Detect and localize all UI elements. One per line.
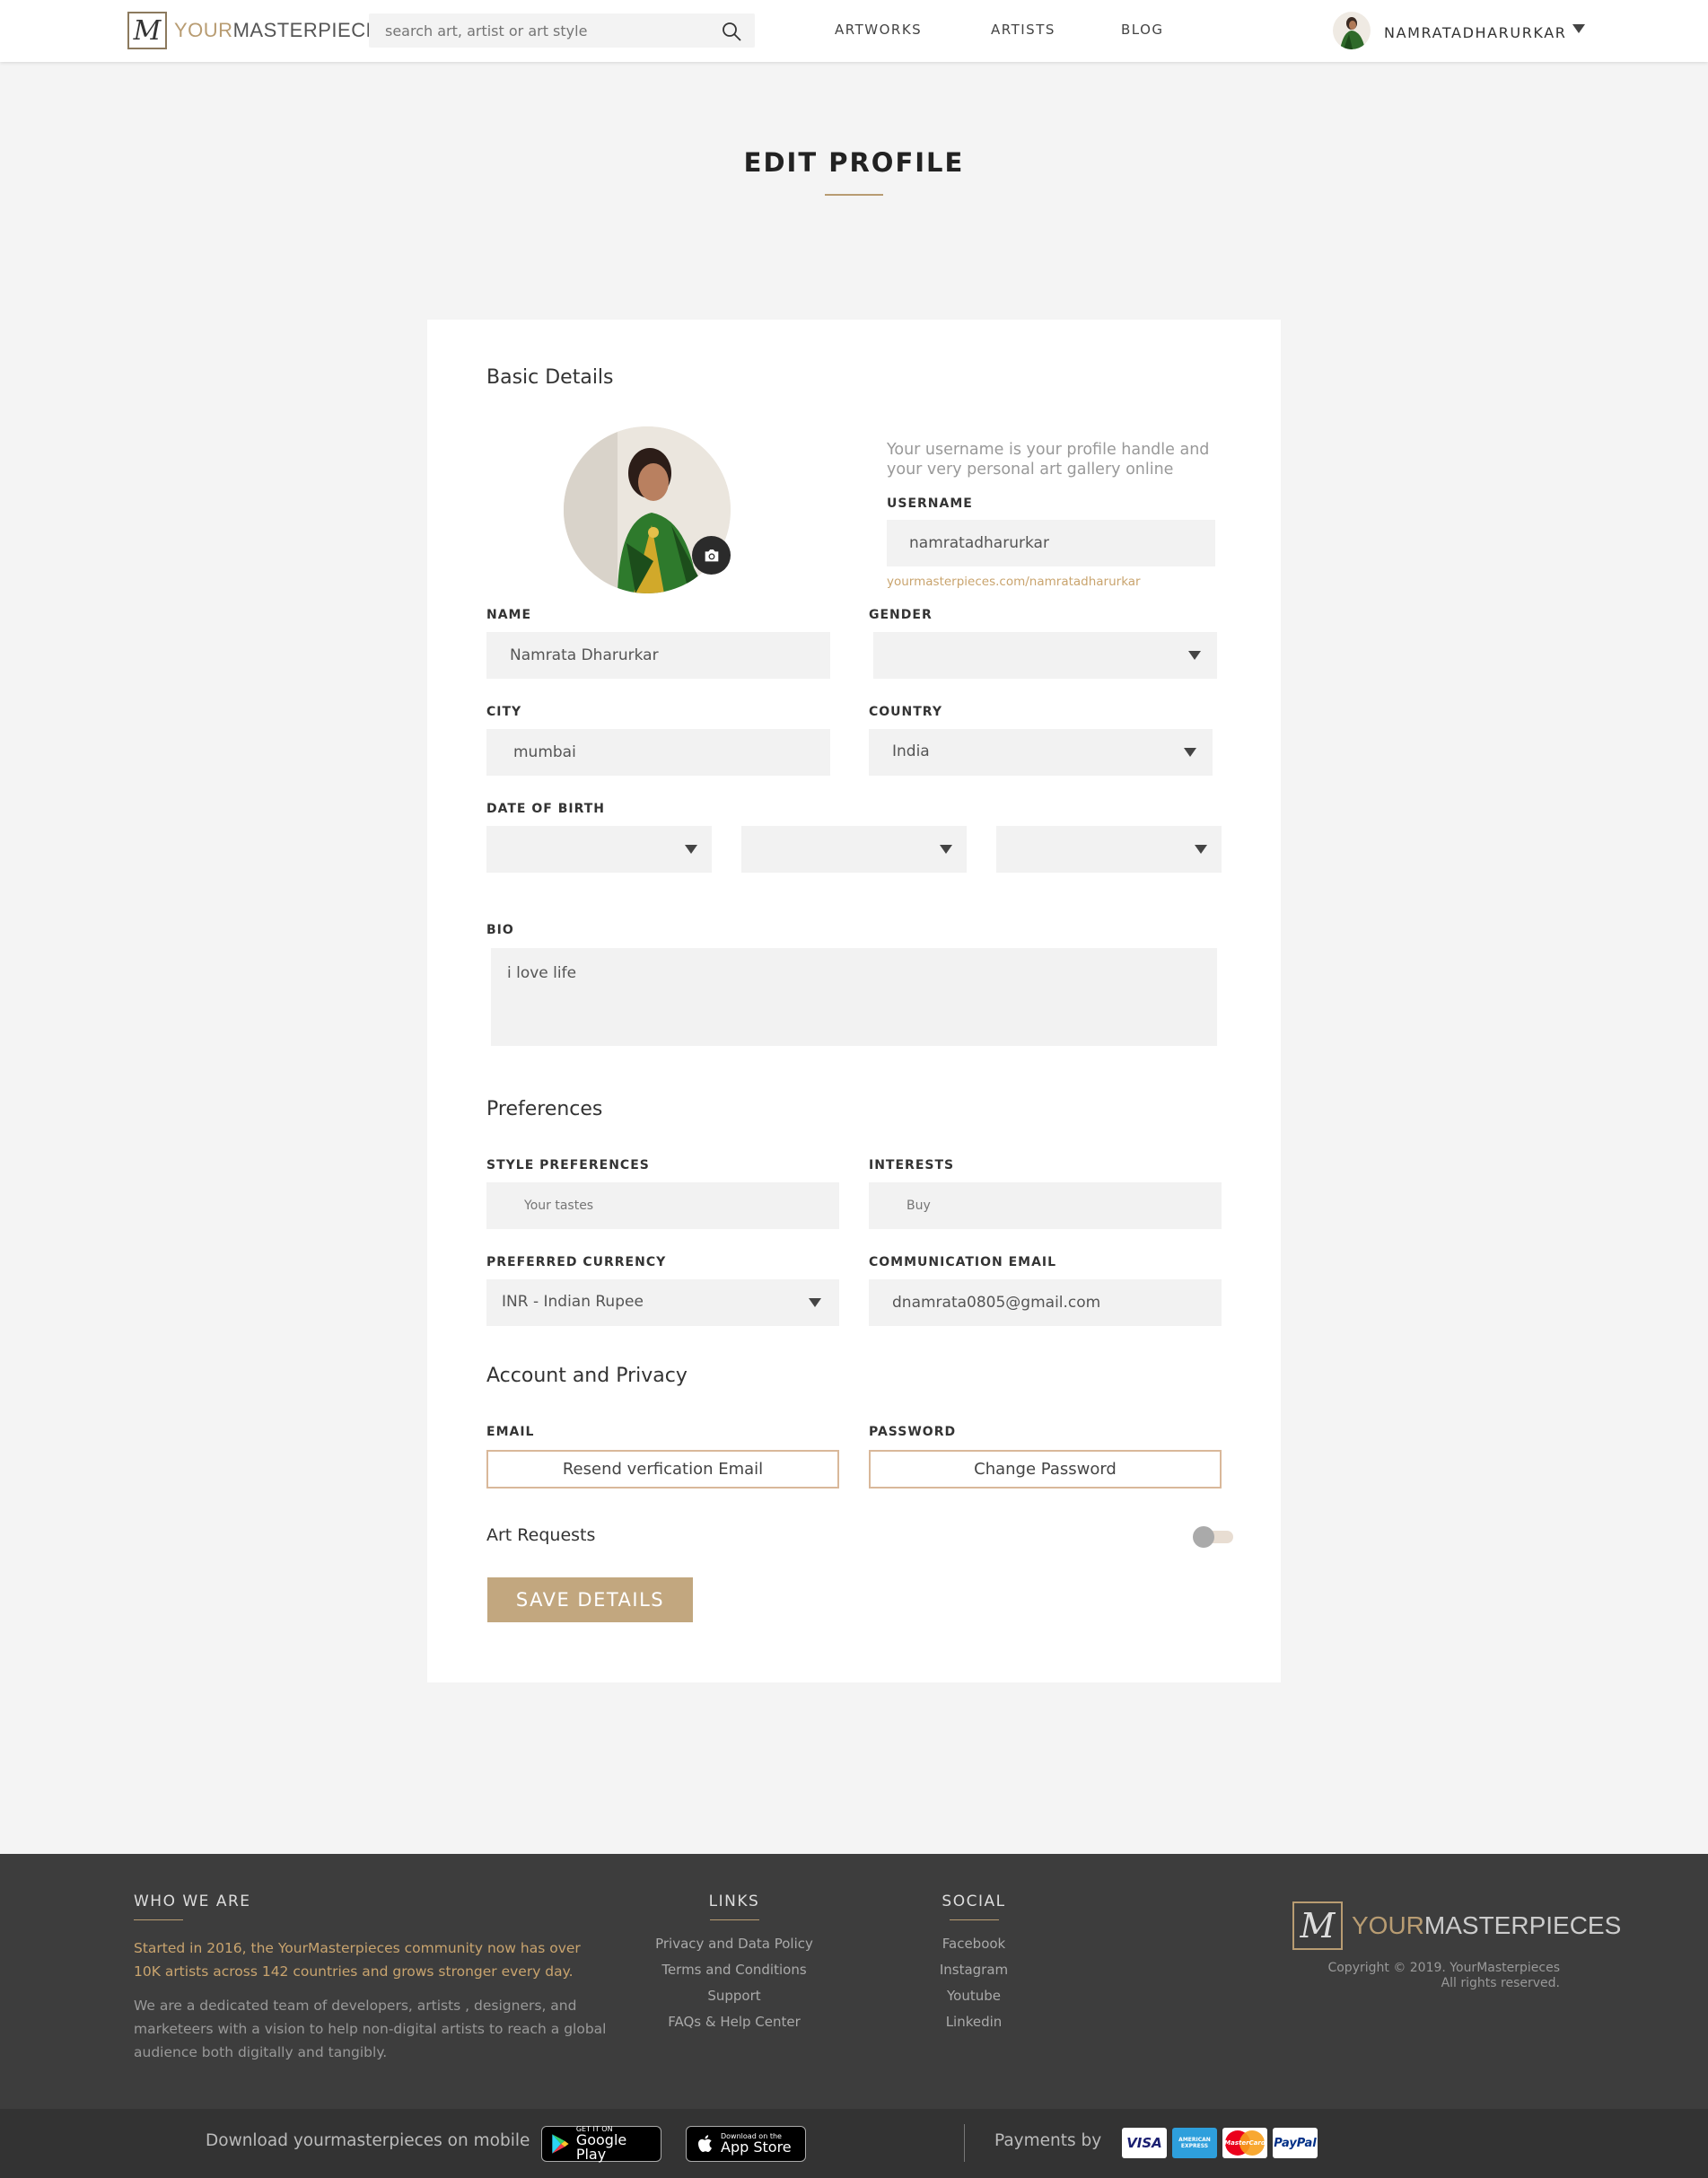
currency-select[interactable]: INR - Indian Rupee [486,1279,839,1326]
footer-link-support[interactable]: Support [626,1988,842,2004]
footer-link-terms[interactable]: Terms and Conditions [626,1962,842,1978]
page-title: EDIT PROFILE [743,147,965,178]
footer-link-linkedin[interactable]: Linkedin [902,2014,1046,2030]
country-label: COUNTRY [869,705,942,719]
comm-email-label: COMMUNICATION EMAIL [869,1255,1057,1269]
dropdown-arrow-icon [1188,651,1201,660]
payments-text: Payments by [994,2131,1102,2150]
who-we-are-heading: WHO WE ARE [134,1893,251,1910]
nav-blog[interactable]: BLOG [1121,22,1164,38]
copyright: Copyright © 2019. YourMasterpieces All r… [1327,1961,1560,1990]
interests-label: INTERESTS [869,1158,955,1172]
city-input[interactable] [486,729,830,776]
title-underline [825,194,883,196]
style-preferences-label: STYLE PREFERENCES [486,1158,650,1172]
who-we-are-description: We are a dedicated team of developers, a… [134,1998,607,2060]
footer-link-privacy[interactable]: Privacy and Data Policy [626,1936,842,1952]
logo-wordmark: YOURMASTERPIECES [1352,1911,1622,1939]
footer-divider [710,1919,759,1920]
dropdown-arrow-icon [1184,748,1196,757]
footer-divider [134,1919,183,1920]
google-play-badge[interactable]: GET IT ON Google Play [541,2126,661,2162]
app-store-badge[interactable]: Download on the App Store [686,2126,806,2162]
password-label: PASSWORD [869,1425,957,1439]
dob-label: DATE OF BIRTH [486,802,605,816]
top-navbar: M YOURMASTERPIECES ARTWORKS ARTISTS BLOG… [0,0,1708,62]
logo-mark: M [127,12,167,49]
search-input[interactable] [385,13,708,48]
user-avatar[interactable] [1333,12,1371,49]
preferences-heading: Preferences [486,1098,603,1120]
footer-link-facebook[interactable]: Facebook [902,1936,1046,1952]
download-app-text: Download yourmasterpieces on mobile [206,2131,530,2150]
search-bar [369,13,755,48]
dropdown-arrow-icon [940,845,952,854]
dob-day-select[interactable] [486,826,712,873]
gender-label: GENDER [869,608,933,622]
footer-link-instagram[interactable]: Instagram [902,1962,1046,1978]
links-heading: LINKS [708,1893,760,1910]
comm-email-input[interactable] [869,1279,1222,1326]
gender-select[interactable] [873,632,1217,679]
currency-label: PREFERRED CURRENCY [486,1255,667,1269]
username-label: USERNAME [887,496,973,511]
footer-logo: M YOURMASTERPIECES [1292,1901,1621,1950]
nav-artworks[interactable]: ARTWORKS [835,22,922,38]
camera-icon[interactable] [692,536,731,575]
dropdown-arrow-icon [809,1298,821,1307]
bio-label: BIO [486,923,514,937]
style-preferences-input[interactable] [486,1182,839,1229]
name-label: NAME [486,608,532,622]
visa-icon: VISA [1122,2128,1167,2158]
profile-url-link[interactable]: yourmasterpieces.com/namratadharurkar [887,575,1141,589]
amex-icon: AMERICAN EXPRESS [1172,2128,1217,2158]
search-icon[interactable] [721,21,742,42]
google-play-icon [552,2134,569,2154]
paypal-icon: PayPal [1273,2128,1318,2158]
footer-divider [950,1919,999,1920]
logo-wordmark: YOURMASTERPIECES [174,19,393,41]
dob-month-select[interactable] [741,826,967,873]
art-requests-label: Art Requests [486,1525,596,1545]
site-logo[interactable]: M YOURMASTERPIECES [127,12,393,49]
city-label: CITY [486,705,522,719]
footer-link-youtube[interactable]: Youtube [902,1988,1046,2004]
logo-mark: M [1292,1901,1343,1950]
footer-divider [964,2124,965,2162]
save-details-button[interactable]: SAVE DETAILS [487,1577,693,1622]
apple-icon [698,2135,712,2152]
dropdown-arrow-icon [685,845,697,854]
email-label: EMAIL [486,1425,535,1439]
account-privacy-heading: Account and Privacy [486,1365,688,1387]
chevron-down-icon[interactable] [1572,24,1585,33]
nav-artists[interactable]: ARTISTS [991,22,1055,38]
bio-textarea[interactable]: i love life [491,948,1217,1046]
resend-verification-button[interactable]: Resend verfication Email [486,1450,839,1489]
name-input[interactable] [486,632,830,679]
change-password-button[interactable]: Change Password [869,1450,1222,1489]
art-requests-toggle[interactable] [1193,1526,1233,1548]
social-heading: SOCIAL [942,1893,1006,1910]
who-we-are-intro: Started in 2016, the YourMasterpieces co… [134,1940,581,1980]
basic-details-heading: Basic Details [486,366,614,389]
interests-input[interactable] [869,1182,1222,1229]
footer-link-faqs[interactable]: FAQs & Help Center [626,2014,842,2030]
dob-year-select[interactable] [996,826,1222,873]
mastercard-icon: MasterCard [1222,2128,1267,2158]
dropdown-arrow-icon [1195,845,1207,854]
username-hint: Your username is your profile handle and… [887,441,1210,479]
country-select[interactable]: India [869,729,1213,776]
user-menu-name[interactable]: NAMRATADHARURKAR [1384,24,1566,41]
username-input[interactable] [887,520,1215,566]
